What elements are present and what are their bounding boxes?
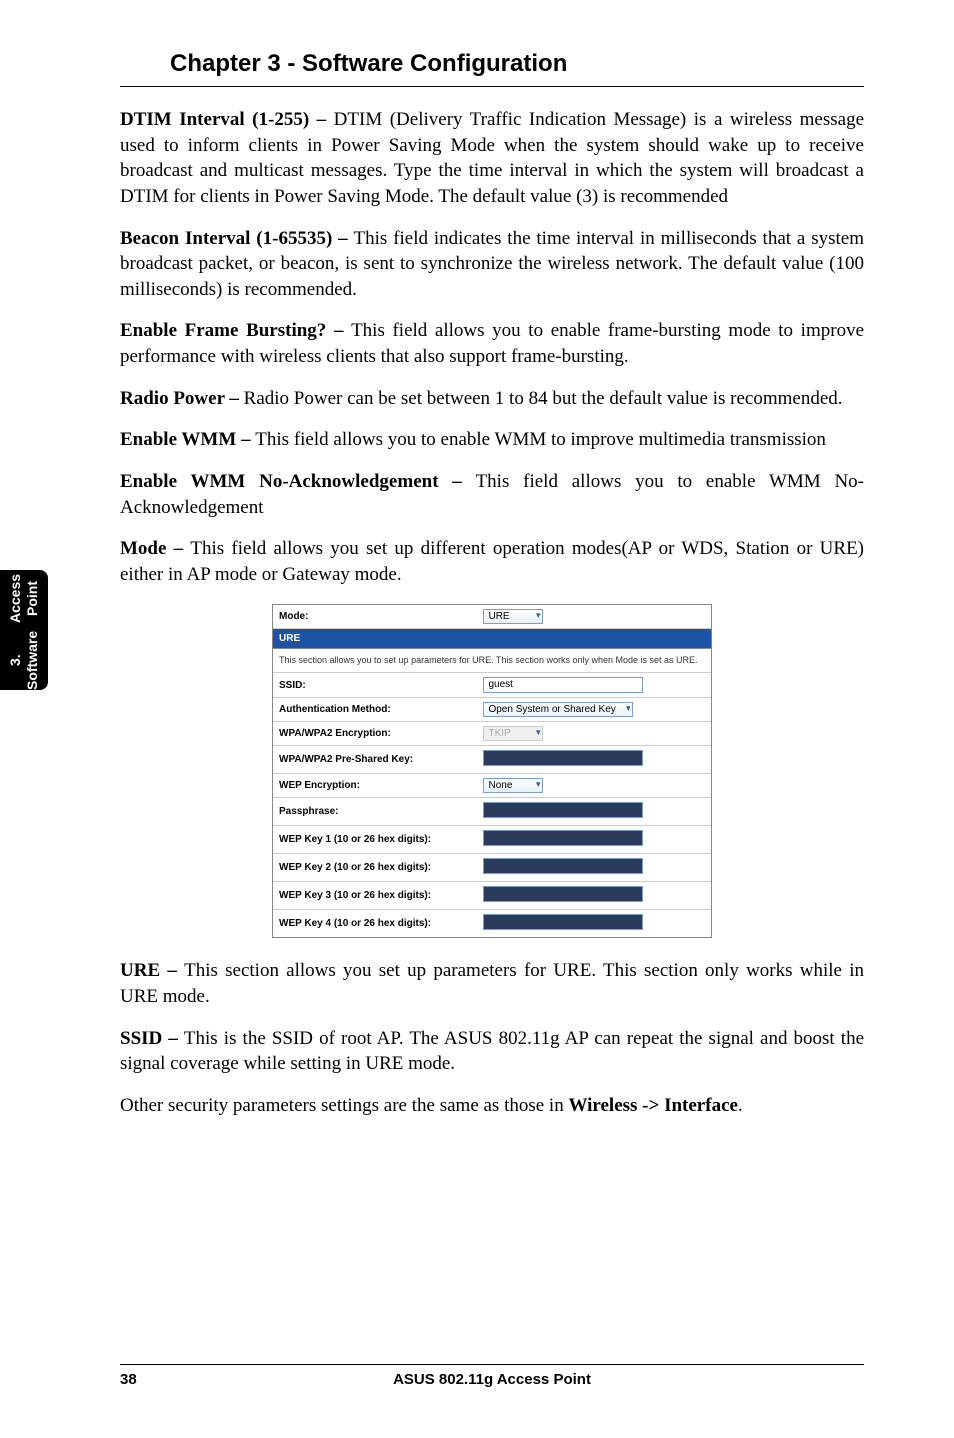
wep1-input[interactable] (483, 830, 643, 846)
sc-mode-row: Mode: URE (273, 605, 711, 629)
ure-header: URE (273, 629, 711, 649)
text-other-pre: Other security parameters settings are t… (120, 1095, 568, 1116)
sc-wep3-label: WEP Key 3 (10 or 26 hex digits): (279, 890, 483, 901)
label-beacon: Beacon Interval (1-65535) – (120, 228, 354, 249)
auth-select[interactable]: Open System or Shared Key (483, 702, 633, 717)
sc-pass-label: Passphrase: (279, 806, 483, 817)
sc-wep2-label: WEP Key 2 (10 or 26 hex digits): (279, 862, 483, 873)
sc-wpapsk-label: WPA/WPA2 Pre-Shared Key: (279, 754, 483, 765)
wpaenc-select[interactable]: TKIP (483, 726, 543, 741)
para-frameburst: Enable Frame Bursting? – This field allo… (120, 318, 864, 369)
side-tab-line1: 3. Software (7, 631, 41, 690)
label-wmm: Enable WMM – (120, 429, 255, 450)
footer-title: ASUS 802.11g Access Point (180, 1371, 804, 1388)
para-dtim: DTIM Interval (1-255) – DTIM (Delivery T… (120, 107, 864, 210)
sc-wepenc-label: WEP Encryption: (279, 780, 483, 791)
screenshot-wrap: Mode: URE URE This section allows you to… (120, 604, 864, 939)
text-ure: This section allows you set up parameter… (120, 960, 864, 1007)
text-ssid: This is the SSID of root AP. The ASUS 80… (120, 1028, 864, 1075)
ssid-input[interactable]: guest (483, 677, 643, 693)
label-ure: URE – (120, 960, 184, 981)
para-other: Other security parameters settings are t… (120, 1093, 864, 1119)
footer: 38 ASUS 802.11g Access Point (120, 1364, 864, 1388)
sc-wep2-row: WEP Key 2 (10 or 26 hex digits): (273, 854, 711, 882)
sc-wep1-row: WEP Key 1 (10 or 26 hex digits): (273, 826, 711, 854)
para-wmmnoack: Enable WMM No-Acknowledgement – This fie… (120, 469, 864, 520)
sc-wep3-row: WEP Key 3 (10 or 26 hex digits): (273, 882, 711, 910)
wep3-input[interactable] (483, 886, 643, 902)
para-ure: URE – This section allows you set up par… (120, 958, 864, 1009)
ure-desc: This section allows you to set up parame… (273, 649, 711, 674)
sc-mode-label: Mode: (279, 611, 483, 622)
text-other-post: . (738, 1095, 743, 1116)
label-radiopower: Radio Power – (120, 388, 244, 409)
sc-wpaenc-row: WPA/WPA2 Encryption: TKIP (273, 722, 711, 746)
wpapsk-input[interactable] (483, 750, 643, 766)
chapter-title: Chapter 3 - Software Configuration (170, 50, 864, 78)
sc-wep4-row: WEP Key 4 (10 or 26 hex digits): (273, 910, 711, 937)
top-rule (120, 86, 864, 87)
text-other-bold: Wireless -> Interface (568, 1095, 737, 1116)
para-radiopower: Radio Power – Radio Power can be set bet… (120, 386, 864, 412)
label-mode: Mode – (120, 538, 190, 559)
sc-auth-label: Authentication Method: (279, 704, 483, 715)
label-frameburst: Enable Frame Bursting? – (120, 320, 351, 341)
side-tab-line2: Access Point (7, 570, 41, 627)
pass-input[interactable] (483, 802, 643, 818)
sc-auth-row: Authentication Method: Open System or Sh… (273, 698, 711, 722)
footer-rule (120, 1364, 864, 1365)
wepenc-select[interactable]: None (483, 778, 543, 793)
sc-wpapsk-row: WPA/WPA2 Pre-Shared Key: (273, 746, 711, 774)
para-ssid: SSID – This is the SSID of root AP. The … (120, 1026, 864, 1077)
sc-ssid-label: SSID: (279, 680, 483, 691)
para-wmm: Enable WMM – This field allows you to en… (120, 427, 864, 453)
footer-spacer (804, 1371, 864, 1388)
text-radiopower: Radio Power can be set between 1 to 84 b… (244, 388, 843, 409)
mode-select[interactable]: URE (483, 609, 543, 624)
wep4-input[interactable] (483, 914, 643, 930)
label-wmmnoack: Enable WMM No-Acknowledgement – (120, 471, 476, 492)
para-mode: Mode – This field allows you set up diff… (120, 536, 864, 587)
sc-wpaenc-label: WPA/WPA2 Encryption: (279, 728, 483, 739)
wep2-input[interactable] (483, 858, 643, 874)
text-mode: This field allows you set up different o… (120, 538, 864, 585)
screenshot: Mode: URE URE This section allows you to… (272, 604, 712, 939)
sc-mode-val: URE (483, 609, 705, 624)
sc-pass-row: Passphrase: (273, 798, 711, 826)
sc-wep4-label: WEP Key 4 (10 or 26 hex digits): (279, 918, 483, 929)
label-ssid: SSID – (120, 1028, 184, 1049)
sc-ssid-row: SSID: guest (273, 673, 711, 698)
sc-wep1-label: WEP Key 1 (10 or 26 hex digits): (279, 834, 483, 845)
footer-page: 38 (120, 1371, 180, 1388)
label-dtim: DTIM Interval (1-255) – (120, 109, 334, 130)
para-beacon: Beacon Interval (1-65535) – This field i… (120, 226, 864, 303)
text-wmm: This field allows you to enable WMM to i… (255, 429, 826, 450)
sc-wepenc-row: WEP Encryption: None (273, 774, 711, 798)
side-tab: 3. Software Access Point (0, 570, 48, 690)
